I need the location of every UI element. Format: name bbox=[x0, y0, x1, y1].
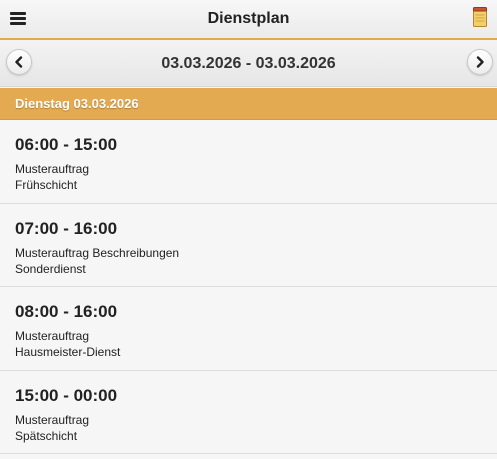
chevron-right-icon bbox=[476, 56, 484, 68]
next-date-button[interactable] bbox=[467, 49, 493, 75]
shift-time: 07:00 - 16:00 bbox=[15, 218, 118, 238]
shift-list-item[interactable]: 15:00 - 00:00 Musterauftrag Spätschicht bbox=[0, 370, 497, 454]
shift-list: 06:00 - 15:00 Musterauftrag Frühschicht … bbox=[0, 120, 497, 454]
shift-order: Musterauftrag bbox=[15, 412, 90, 427]
shift-list-item[interactable]: 07:00 - 16:00 Musterauftrag Beschreibung… bbox=[0, 203, 497, 287]
notepad-icon[interactable] bbox=[473, 7, 487, 27]
shift-list-item[interactable]: 06:00 - 15:00 Musterauftrag Frühschicht bbox=[0, 120, 497, 204]
shift-time: 08:00 - 16:00 bbox=[15, 302, 118, 321]
app-header: Dienstplan bbox=[0, 0, 497, 40]
shift-order: Musterauftrag bbox=[15, 329, 90, 343]
shift-order: Musterauftrag bbox=[15, 162, 90, 176]
shift-order: Musterauftrag Beschreibungen bbox=[15, 245, 180, 260]
date-range-label: 03.03.2026 - 03.03.2026 bbox=[161, 55, 336, 72]
shift-type: Sonderdienst bbox=[15, 261, 86, 276]
day-header: Dienstag 03.03.2026 bbox=[0, 88, 497, 120]
shift-type: Hausmeister-Dienst bbox=[15, 345, 121, 359]
shift-time: 15:00 - 00:00 bbox=[15, 385, 118, 405]
page-title: Dienstplan bbox=[207, 10, 290, 27]
shift-time: 06:00 - 15:00 bbox=[15, 135, 118, 154]
shift-type: Spätschicht bbox=[15, 428, 78, 443]
day-label: Dienstag 03.03.2026 bbox=[15, 96, 139, 111]
shift-type: Frühschicht bbox=[15, 178, 78, 192]
shift-list-item[interactable]: 08:00 - 16:00 Musterauftrag Hausmeister-… bbox=[0, 287, 497, 371]
date-navigation-bar: 03.03.2026 - 03.03.2026 bbox=[0, 40, 497, 87]
